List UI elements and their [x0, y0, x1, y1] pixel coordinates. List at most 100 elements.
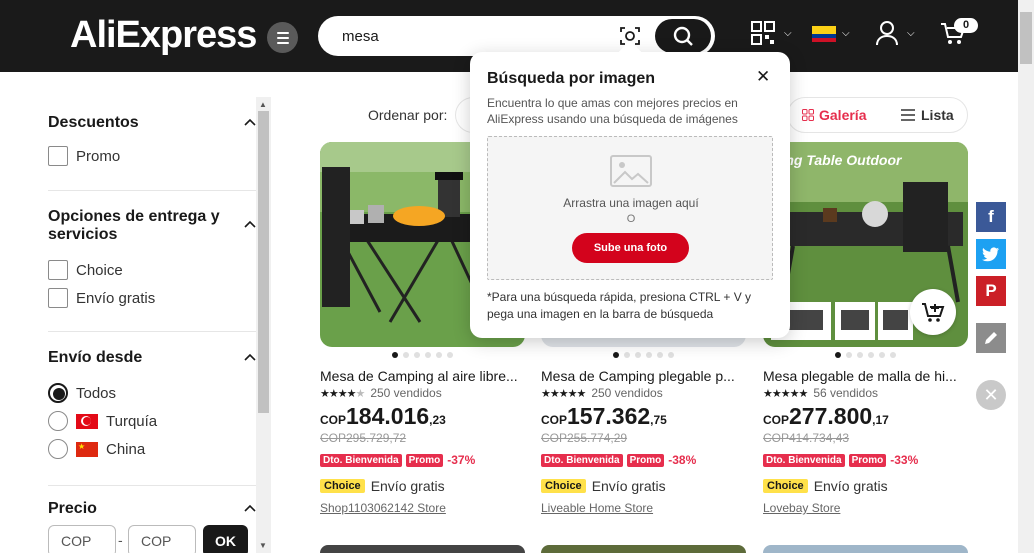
- sidebar-scrollbar[interactable]: ▲ ▼: [256, 97, 271, 553]
- price: COP 277.800,17: [763, 403, 889, 429]
- store-link[interactable]: Lovebay Store: [763, 501, 968, 515]
- price-min-input[interactable]: COP: [48, 525, 116, 553]
- image-carousel-dots[interactable]: [541, 347, 746, 363]
- radio-button[interactable]: [48, 411, 68, 431]
- product-image[interactable]: lding Table Outdoor: [763, 142, 968, 347]
- checkbox[interactable]: [48, 146, 68, 166]
- filter-option-free-shipping[interactable]: Envío gratis: [48, 284, 256, 312]
- filter-option-china[interactable]: ★ China: [48, 435, 256, 463]
- pinterest-icon[interactable]: P: [976, 276, 1006, 306]
- facebook-icon[interactable]: f: [976, 202, 1006, 232]
- filter-ship-from: Envío desde Todos Turquía ★ China: [48, 349, 256, 463]
- popup-description: Encuentra lo que amas con mejores precio…: [487, 96, 738, 126]
- rating-row: ★★★★★ 56 vendidos: [763, 386, 879, 400]
- search-button[interactable]: [655, 19, 711, 53]
- page-scrollbar[interactable]: [1018, 0, 1034, 553]
- filter-price: Precio COP - COP OK: [48, 500, 256, 553]
- product-title[interactable]: Mesa de Camping plegable p...: [541, 367, 746, 385]
- old-price: COP255.774,29: [541, 431, 628, 445]
- close-icon[interactable]: ✕: [976, 380, 1006, 410]
- view-list-button[interactable]: Lista: [901, 107, 954, 123]
- filter-delivery: Opciones de entrega y servicios Choice E…: [48, 208, 256, 312]
- rating-stars-icon: ★★★★★: [320, 387, 365, 400]
- flag-china-icon: ★: [76, 441, 98, 457]
- price: COP 157.362,75: [541, 403, 667, 429]
- next-row-product-image[interactable]: [763, 545, 968, 553]
- shipping-row: Choice Envío gratis: [541, 476, 746, 496]
- search-icon: [673, 26, 693, 46]
- image-icon: [610, 155, 652, 187]
- search-input[interactable]: mesa: [342, 28, 379, 45]
- list-icon: [901, 109, 915, 121]
- sort-label: Ordenar por:: [368, 107, 448, 123]
- price-max-input[interactable]: COP: [128, 525, 196, 553]
- next-row-product-image[interactable]: [320, 545, 525, 553]
- close-icon[interactable]: ✕: [756, 67, 770, 87]
- shipping-row: Choice Envío gratis: [763, 476, 968, 496]
- qr-chevron-icon[interactable]: ⌵: [784, 28, 792, 39]
- collapse-icon[interactable]: [244, 116, 256, 128]
- edit-icon[interactable]: [976, 323, 1006, 353]
- filter-sidebar: Descuentos Promo Opciones de entrega y s…: [48, 100, 256, 553]
- qr-code-icon[interactable]: [750, 20, 776, 51]
- filter-option-turquia[interactable]: Turquía: [48, 407, 256, 435]
- filter-option-promo[interactable]: Promo: [48, 142, 256, 170]
- image-carousel-dots[interactable]: [763, 347, 968, 363]
- upload-photo-button[interactable]: Sube una foto: [572, 233, 689, 263]
- store-link[interactable]: Shop1103062142 Store: [320, 501, 525, 515]
- rating-row: ★★★★★ 250 vendidos: [320, 386, 442, 400]
- promo-tags: Dto. Bienvenida Promo -33%: [763, 450, 968, 470]
- rating-stars-icon: ★★★★★: [763, 387, 808, 400]
- user-chevron-icon[interactable]: ⌵: [907, 28, 915, 39]
- radio-button[interactable]: [48, 439, 68, 459]
- search-bar[interactable]: mesa: [318, 16, 715, 56]
- twitter-icon[interactable]: [976, 239, 1006, 269]
- radio-button[interactable]: [48, 383, 68, 403]
- product-title[interactable]: Mesa de Camping al aire libre...: [320, 367, 525, 385]
- promo-tags: Dto. Bienvenida Promo -37%: [320, 450, 525, 470]
- filter-title: Envío desde: [48, 349, 143, 366]
- user-icon[interactable]: [875, 20, 899, 51]
- price-separator: -: [118, 532, 123, 548]
- shipping-row: Choice Envío gratis: [320, 476, 525, 496]
- filter-option-choice[interactable]: Choice: [48, 256, 256, 284]
- popup-footer: *Para una búsqueda rápida, presiona CTRL…: [487, 290, 752, 321]
- collapse-icon[interactable]: [244, 502, 256, 514]
- view-gallery-button[interactable]: Galería: [802, 107, 866, 123]
- add-cart-icon: [922, 303, 945, 322]
- grid-icon: [802, 109, 814, 121]
- popup-title: Búsqueda por imagen: [487, 70, 656, 87]
- image-carousel-dots[interactable]: [320, 347, 525, 363]
- flag-colombia-icon[interactable]: [812, 26, 836, 42]
- checkbox[interactable]: [48, 260, 68, 280]
- product-title[interactable]: Mesa plegable de malla de hi...: [763, 367, 968, 385]
- menu-icon: [276, 31, 289, 34]
- checkbox[interactable]: [48, 288, 68, 308]
- store-link[interactable]: Liveable Home Store: [541, 501, 746, 515]
- flag-turkey-icon: [76, 413, 98, 429]
- country-chevron-icon[interactable]: ⌵: [842, 28, 850, 39]
- filter-title: Precio: [48, 500, 97, 517]
- old-price: COP295.729,72: [320, 431, 407, 445]
- add-to-cart-button[interactable]: [910, 289, 956, 335]
- menu-button[interactable]: [267, 22, 298, 53]
- logo-text: AliExpress: [70, 14, 257, 56]
- collapse-icon[interactable]: [244, 218, 256, 230]
- promo-tags: Dto. Bienvenida Promo -38%: [541, 450, 746, 470]
- price: COP 184.016,23: [320, 403, 446, 429]
- old-price: COP414.734,43: [763, 431, 850, 445]
- filter-title: Descuentos: [48, 114, 139, 131]
- collapse-icon[interactable]: [244, 351, 256, 363]
- rating-stars-icon: ★★★★★: [541, 387, 586, 400]
- image-dropzone[interactable]: Arrastra una imagen aquí O Sube una foto: [487, 136, 773, 280]
- image-search-popup: Búsqueda por imagen ✕ Encuentra lo que a…: [470, 40, 790, 338]
- next-row-product-image[interactable]: [541, 545, 746, 553]
- or-text: O: [626, 213, 636, 225]
- view-toggle: Galería Lista: [787, 97, 968, 133]
- filter-option-todos[interactable]: Todos: [48, 379, 256, 407]
- aliexpress-logo[interactable]: AliExpress: [70, 14, 257, 57]
- price-ok-button[interactable]: OK: [203, 525, 248, 553]
- product-card[interactable]: lding Table Outdoor Mesa plegable de mal…: [763, 142, 968, 515]
- filter-title: Opciones de entrega y servicios: [48, 208, 220, 243]
- rating-row: ★★★★★ 250 vendidos: [541, 386, 663, 400]
